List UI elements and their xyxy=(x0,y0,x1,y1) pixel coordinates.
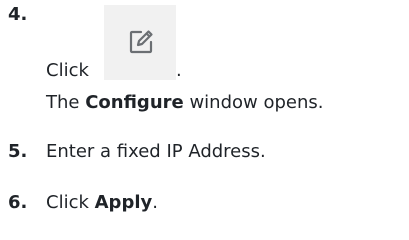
step-6-suffix: . xyxy=(152,192,158,213)
step-4-period: . xyxy=(176,60,182,81)
apply-label: Apply xyxy=(94,192,153,213)
step-4-description: The Configure window opens. xyxy=(46,92,324,113)
step-number: 4. xyxy=(8,4,28,25)
configure-label: Configure xyxy=(85,92,184,113)
step-6-text: Click Apply. xyxy=(46,192,158,213)
description-suffix: window opens. xyxy=(183,92,324,113)
step-5-text: Enter a fixed IP Address. xyxy=(46,141,266,162)
edit-icon xyxy=(129,30,153,54)
step-number: 6. xyxy=(8,192,28,213)
description-prefix: The xyxy=(46,92,86,113)
step-4-click-text: Click xyxy=(46,60,89,81)
edit-icon-button[interactable] xyxy=(104,5,176,80)
step-number: 5. xyxy=(8,141,28,162)
step-6-prefix: Click xyxy=(46,192,95,213)
